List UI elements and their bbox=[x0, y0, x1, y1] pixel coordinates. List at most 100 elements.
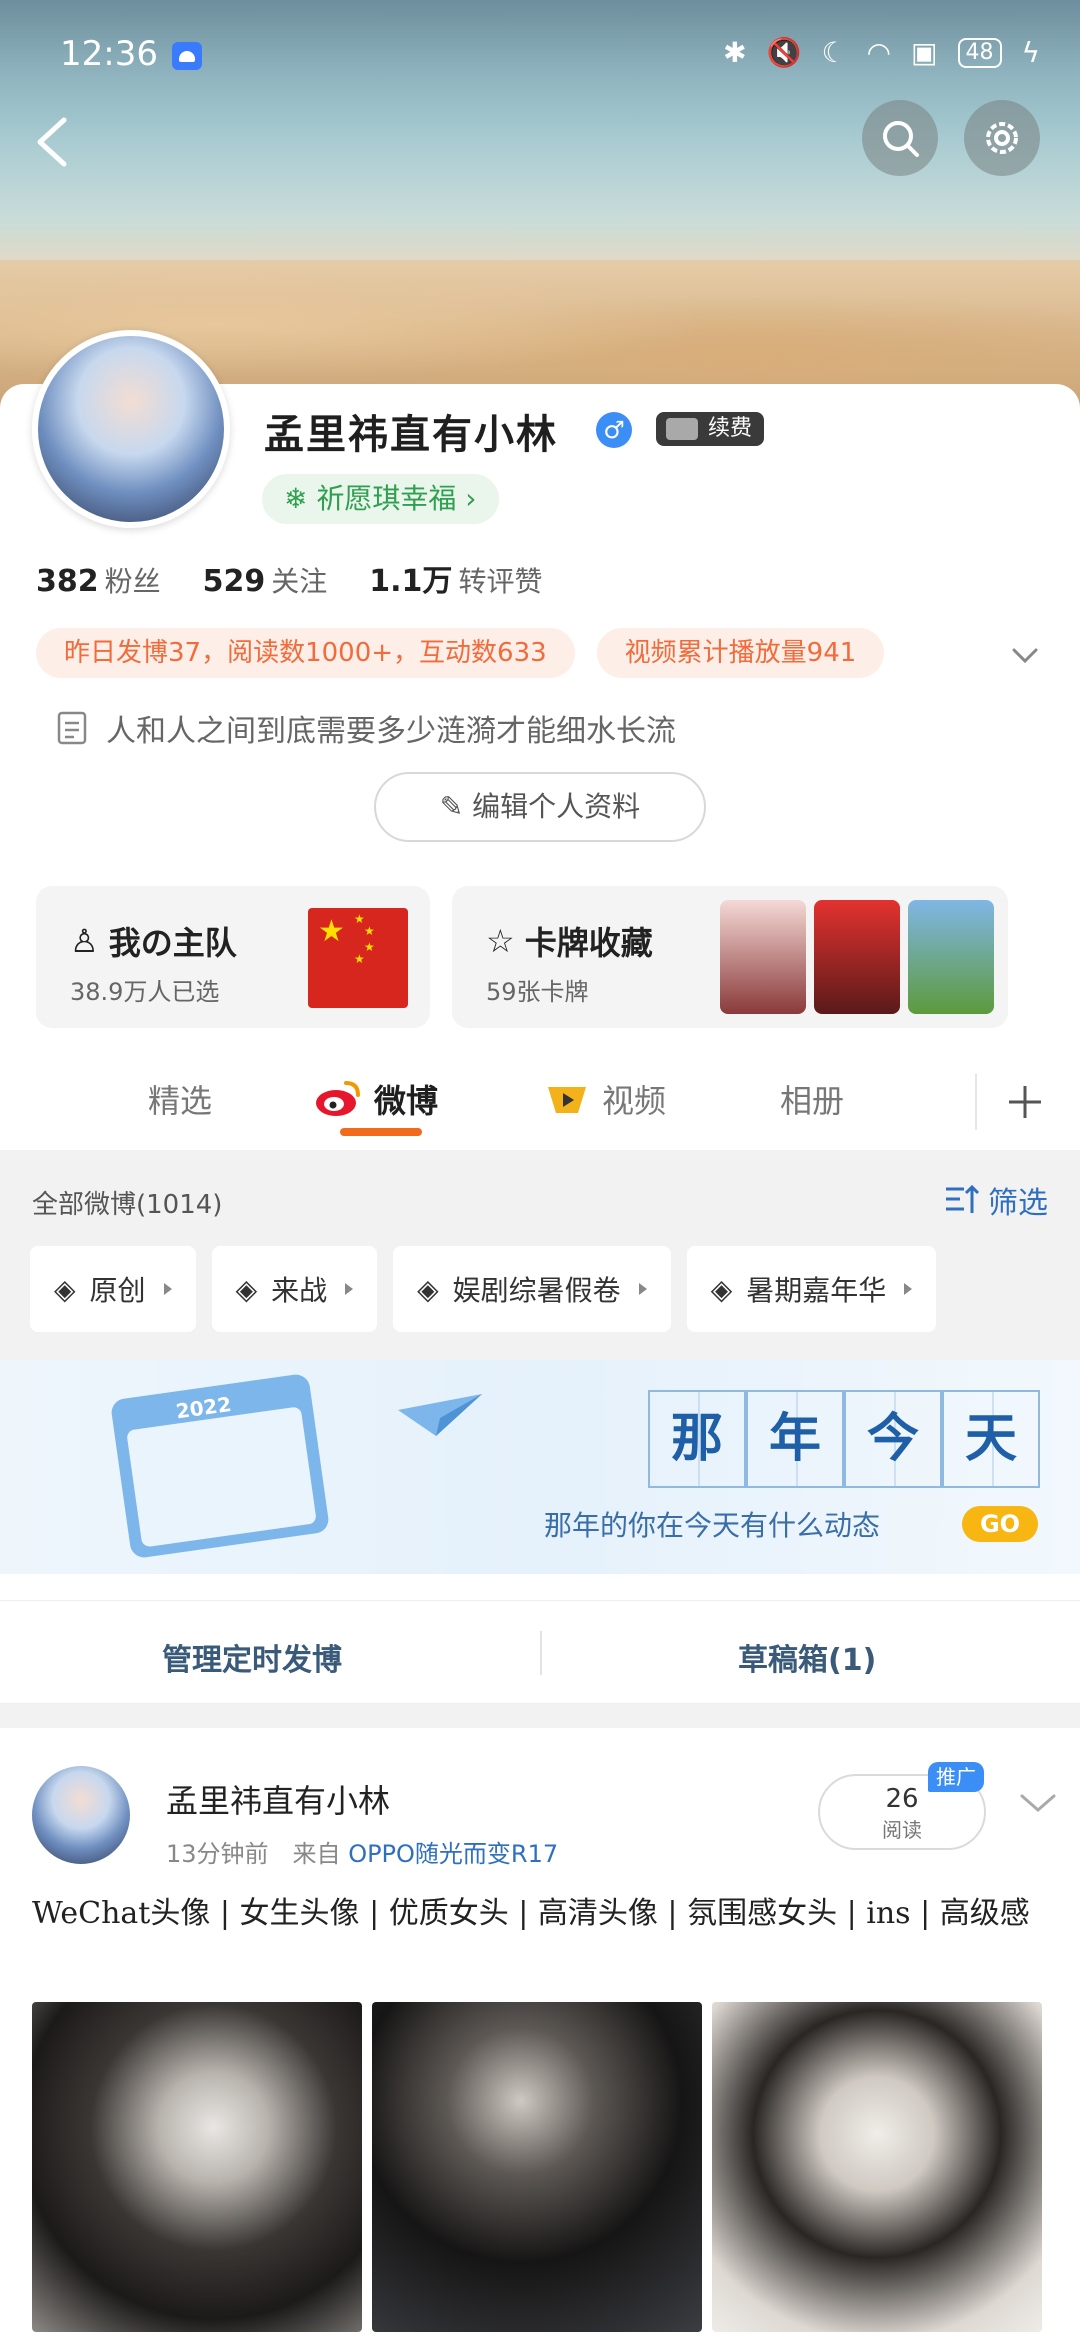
promote-badge[interactable]: 推广 bbox=[928, 1762, 984, 1792]
gear-icon bbox=[986, 122, 1018, 154]
filter-icon bbox=[946, 1184, 980, 1213]
profile-username: 孟里祎直有小林 bbox=[264, 412, 558, 458]
scheduled-posts-button[interactable]: 管理定时发博 bbox=[162, 1635, 342, 1679]
team-sub: 38.9万人已选 bbox=[70, 978, 220, 1006]
mute-icon: 🔇 bbox=[766, 36, 802, 69]
banner-subtitle: 那年的你在今天有什么动态 bbox=[544, 1509, 881, 1542]
layers-icon: ◈ bbox=[235, 1272, 258, 1306]
search-button[interactable] bbox=[862, 100, 938, 176]
stat-followers[interactable]: 382 粉丝 bbox=[36, 560, 161, 600]
profile-stats: 382 粉丝 529 关注 1.1万 转评赞 bbox=[36, 556, 542, 600]
weibo-logo-icon bbox=[316, 1081, 360, 1116]
layers-icon: ◈ bbox=[710, 1272, 733, 1306]
post-source[interactable]: OPPO随光而变R17 bbox=[348, 1840, 558, 1868]
app-notification-icon bbox=[172, 42, 202, 70]
card-icon: ☆ bbox=[486, 922, 515, 960]
stat-interactions[interactable]: 1.1万 转评赞 bbox=[369, 556, 542, 600]
post-time: 13分钟前 bbox=[166, 1840, 269, 1868]
post-photo[interactable] bbox=[372, 2002, 702, 2332]
stat-tag-daily[interactable]: 昨日发博37，阅读数1000+，互动数633 bbox=[36, 628, 575, 678]
wifi-icon: ◠ bbox=[866, 36, 892, 69]
chevron-right-icon: › bbox=[456, 482, 477, 515]
on-this-day-banner[interactable]: 2022 那 年 今 天 那年的你在今天有什么动态 GO bbox=[0, 1360, 1080, 1574]
post-photo[interactable] bbox=[712, 2002, 1042, 2332]
my-team-card[interactable]: ♙ 我の主队 38.9万人已选 ★ ★ ★ ★ ★ bbox=[36, 886, 430, 1028]
document-icon bbox=[57, 711, 87, 745]
manage-row: 管理定时发博 草稿箱(1) bbox=[0, 1600, 1080, 1704]
read-label: 阅读 bbox=[882, 1818, 922, 1842]
tab-weibo-label: 微博 bbox=[374, 1082, 439, 1120]
filter-button[interactable]: 筛选 bbox=[944, 1178, 1048, 1222]
post-source-prefix: 来自 bbox=[292, 1840, 341, 1868]
card-thumbnail bbox=[908, 900, 994, 1014]
pencil-icon: ✎ bbox=[439, 790, 473, 823]
card-collection-card[interactable]: ☆ 卡牌收藏 59张卡牌 bbox=[452, 886, 1008, 1028]
chip-entertainment[interactable]: ◈ 娱剧综暑假卷 bbox=[393, 1246, 671, 1332]
profile-tabs: 精选 微博 视频 相册 超 bbox=[0, 1054, 1080, 1150]
stat-following[interactable]: 529 关注 bbox=[203, 560, 328, 600]
chip-battle[interactable]: ◈ 来战 bbox=[211, 1246, 378, 1332]
section-gap bbox=[0, 1704, 1080, 1728]
tab-album[interactable]: 相册 bbox=[780, 1076, 844, 1122]
system-icons: ✱ 🔇 ☾ ◠ ▣ 48 ϟ bbox=[723, 36, 1040, 69]
cards-title: 卡牌收藏 bbox=[524, 924, 653, 962]
post-meta: 13分钟前 来自 OPPO随光而变R17 bbox=[166, 1834, 558, 1869]
post-photo[interactable] bbox=[32, 2002, 362, 2332]
status-time: 12:36 bbox=[60, 34, 158, 74]
battery-icon: 48 bbox=[957, 37, 1002, 68]
moon-icon: ☾ bbox=[821, 36, 847, 69]
feed-filter-area: 全部微博(1014) 筛选 ◈ 原创 ◈ 来战 ◈ 娱剧综暑假卷 ◈ 暑期嘉年华 bbox=[0, 1150, 1080, 1360]
go-button[interactable]: GO bbox=[962, 1506, 1038, 1542]
drafts-button[interactable]: 草稿箱(1) bbox=[738, 1635, 876, 1679]
snowflake-icon: ❄ bbox=[284, 482, 317, 515]
layers-icon: ◈ bbox=[54, 1272, 76, 1306]
chevron-down-icon[interactable] bbox=[1018, 1788, 1058, 1818]
bluetooth-icon: ✱ bbox=[723, 36, 747, 69]
layers-icon: ◈ bbox=[417, 1272, 439, 1306]
nfc-icon: ▣ bbox=[911, 36, 938, 69]
post-avatar[interactable] bbox=[32, 1766, 130, 1864]
avatar[interactable] bbox=[32, 330, 230, 528]
on-this-day-title: 那 年 今 天 bbox=[648, 1390, 1040, 1488]
team-title: 我の主队 bbox=[108, 924, 237, 962]
profile-bio: 人和人之间到底需要多少涟漪才能细水长流 bbox=[56, 706, 676, 750]
back-button[interactable] bbox=[30, 112, 74, 172]
card-thumbnail bbox=[720, 900, 806, 1014]
tab-weibo[interactable]: 微博 bbox=[314, 1076, 438, 1122]
filter-label: 筛选 bbox=[988, 1186, 1048, 1221]
divider bbox=[540, 1631, 542, 1675]
plus-icon bbox=[975, 1074, 1041, 1130]
post-author[interactable]: 孟里祎直有小林 bbox=[166, 1776, 390, 1822]
weibo-post[interactable]: 孟里祎直有小林 13分钟前 来自 OPPO随光而变R17 26 阅读 推广 We… bbox=[0, 1728, 1080, 2340]
filter-chips: ◈ 原创 ◈ 来战 ◈ 娱剧综暑假卷 ◈ 暑期嘉年华 bbox=[30, 1246, 937, 1332]
all-weibo-count: 全部微博(1014) bbox=[32, 1190, 223, 1220]
post-photos bbox=[32, 2002, 1042, 2332]
bio-text: 人和人之间到底需要多少涟漪才能细水长流 bbox=[106, 714, 676, 749]
search-icon bbox=[883, 121, 919, 157]
charging-icon: ϟ bbox=[1021, 36, 1040, 69]
chip-summer[interactable]: ◈ 暑期嘉年华 bbox=[686, 1246, 937, 1332]
add-tab-button[interactable] bbox=[970, 1054, 1080, 1150]
settings-button[interactable] bbox=[964, 100, 1040, 176]
edit-profile-button[interactable]: ✎ 编辑个人资料 bbox=[374, 772, 706, 842]
vip-renew-badge[interactable]: 续费 bbox=[656, 412, 764, 446]
stat-tag-video[interactable]: 视频累计播放量941 bbox=[596, 628, 885, 678]
china-flag-image: ★ ★ ★ ★ ★ bbox=[308, 908, 408, 1008]
team-icon: ♙ bbox=[70, 922, 99, 960]
post-text: WeChat头像 | 女生头像 | 优质女头 | 高清头像 | 氛围感女头 | … bbox=[32, 1896, 1030, 1931]
feature-cards: ♙ 我の主队 38.9万人已选 ★ ★ ★ ★ ★ ☆ 卡牌收藏 59张卡牌 bbox=[36, 886, 1008, 1028]
tab-video-label: 视频 bbox=[602, 1082, 667, 1120]
tab-featured[interactable]: 精选 bbox=[148, 1076, 212, 1122]
edit-profile-label: 编辑个人资料 bbox=[472, 790, 641, 823]
gender-male-icon: ♂ bbox=[596, 412, 632, 448]
card-thumbnail bbox=[814, 900, 900, 1014]
profile-tags: 昨日发博37，阅读数1000+，互动数633 视频累计播放量941 bbox=[36, 628, 885, 678]
status-bar: 12:36 ✱ 🔇 ☾ ◠ ▣ 48 ϟ bbox=[0, 0, 1080, 110]
chevron-down-icon[interactable] bbox=[1010, 640, 1040, 670]
tab-video[interactable]: 视频 bbox=[544, 1076, 666, 1122]
video-icon bbox=[548, 1087, 586, 1113]
cards-sub: 59张卡牌 bbox=[486, 978, 589, 1006]
chip-original[interactable]: ◈ 原创 bbox=[30, 1246, 196, 1332]
back-arrow-icon bbox=[37, 117, 67, 167]
wish-badge[interactable]: ❄ 祈愿琪幸福 › bbox=[262, 474, 499, 524]
